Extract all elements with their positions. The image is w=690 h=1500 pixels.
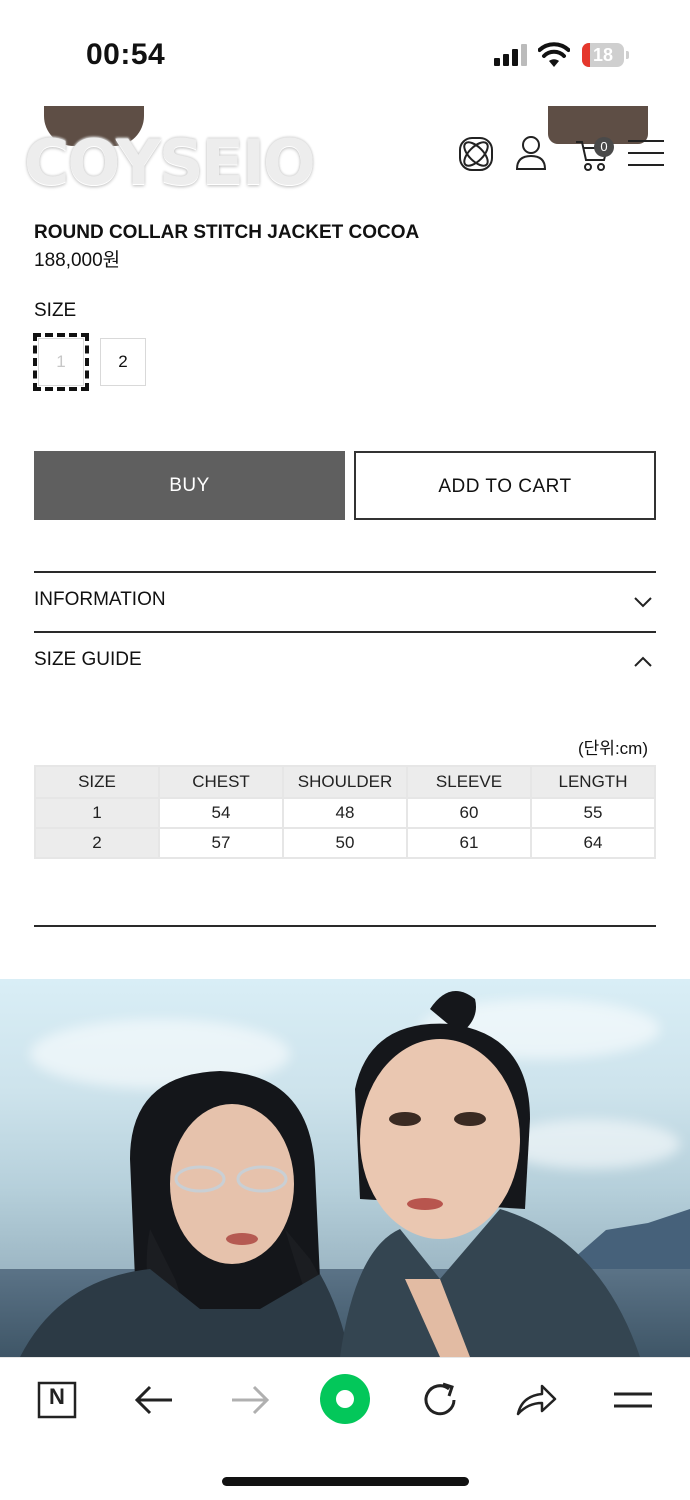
table-header: LENGTH bbox=[530, 765, 656, 799]
table-row: 2 57 50 61 64 bbox=[34, 827, 656, 859]
table-header: CHEST bbox=[158, 765, 284, 799]
accordion-size-guide[interactable]: SIZE GUIDE bbox=[34, 649, 142, 671]
chevron-up-icon[interactable] bbox=[634, 656, 652, 668]
status-time: 00:54 bbox=[86, 38, 166, 71]
home-indicator[interactable] bbox=[222, 1477, 469, 1486]
table-cell: 57 bbox=[158, 827, 284, 859]
product-price: 188,000원 bbox=[34, 250, 121, 271]
battery-icon: 18 bbox=[582, 43, 624, 67]
green-dot-icon[interactable] bbox=[318, 1372, 372, 1426]
table-header: SIZE bbox=[34, 765, 160, 799]
table-header: SLEEVE bbox=[406, 765, 532, 799]
size-guide-unit: (단위:cm) bbox=[578, 739, 648, 758]
product-lookbook-photo bbox=[0, 979, 690, 1357]
add-to-cart-button[interactable]: ADD TO CART bbox=[354, 451, 656, 520]
hamburger-menu-icon[interactable] bbox=[628, 139, 664, 169]
table-cell: 48 bbox=[282, 797, 408, 829]
size-guide-table: SIZE CHEST SHOULDER SLEEVE LENGTH 1 54 4… bbox=[34, 765, 656, 859]
size-option-2[interactable]: 2 bbox=[100, 338, 146, 386]
product-title: ROUND COLLAR STITCH JACKET COCOA bbox=[34, 222, 420, 243]
table-cell: 2 bbox=[34, 827, 160, 859]
table-header-row: SIZE CHEST SHOULDER SLEEVE LENGTH bbox=[34, 765, 656, 799]
cellular-signal-icon bbox=[494, 44, 528, 66]
table-cell: 64 bbox=[530, 827, 656, 859]
globe-icon[interactable] bbox=[456, 134, 496, 174]
wifi-icon bbox=[538, 42, 570, 67]
naver-home-icon[interactable]: N bbox=[36, 1378, 80, 1422]
user-icon[interactable] bbox=[514, 134, 548, 172]
table-cell: 61 bbox=[406, 827, 532, 859]
cart-count-badge: 0 bbox=[594, 137, 614, 157]
divider bbox=[34, 631, 656, 633]
back-arrow-icon[interactable] bbox=[132, 1378, 176, 1422]
brand-logo[interactable]: COYSEIO bbox=[24, 126, 316, 199]
battery-percent: 18 bbox=[592, 45, 614, 65]
table-header: SHOULDER bbox=[282, 765, 408, 799]
naver-home-label: N bbox=[49, 1384, 65, 1409]
table-cell: 54 bbox=[158, 797, 284, 829]
forward-arrow-icon[interactable] bbox=[228, 1378, 272, 1422]
size-option-1[interactable]: 1 bbox=[33, 333, 89, 391]
battery-tip bbox=[626, 51, 629, 59]
refresh-icon[interactable] bbox=[418, 1378, 462, 1422]
share-icon[interactable] bbox=[514, 1378, 558, 1422]
table-cell: 55 bbox=[530, 797, 656, 829]
models-illustration bbox=[20, 991, 640, 1357]
table-row: 1 54 48 60 55 bbox=[34, 797, 656, 829]
status-bar: 00:54 18 bbox=[0, 0, 690, 100]
divider bbox=[34, 925, 656, 927]
size-label: SIZE bbox=[34, 300, 77, 321]
accordion-information[interactable]: INFORMATION bbox=[34, 589, 166, 611]
table-cell: 1 bbox=[34, 797, 160, 829]
table-cell: 50 bbox=[282, 827, 408, 859]
table-cell: 60 bbox=[406, 797, 532, 829]
chevron-down-icon[interactable] bbox=[634, 596, 652, 608]
divider bbox=[34, 571, 656, 573]
menu-icon[interactable] bbox=[610, 1378, 654, 1422]
buy-button[interactable]: BUY bbox=[34, 451, 345, 520]
